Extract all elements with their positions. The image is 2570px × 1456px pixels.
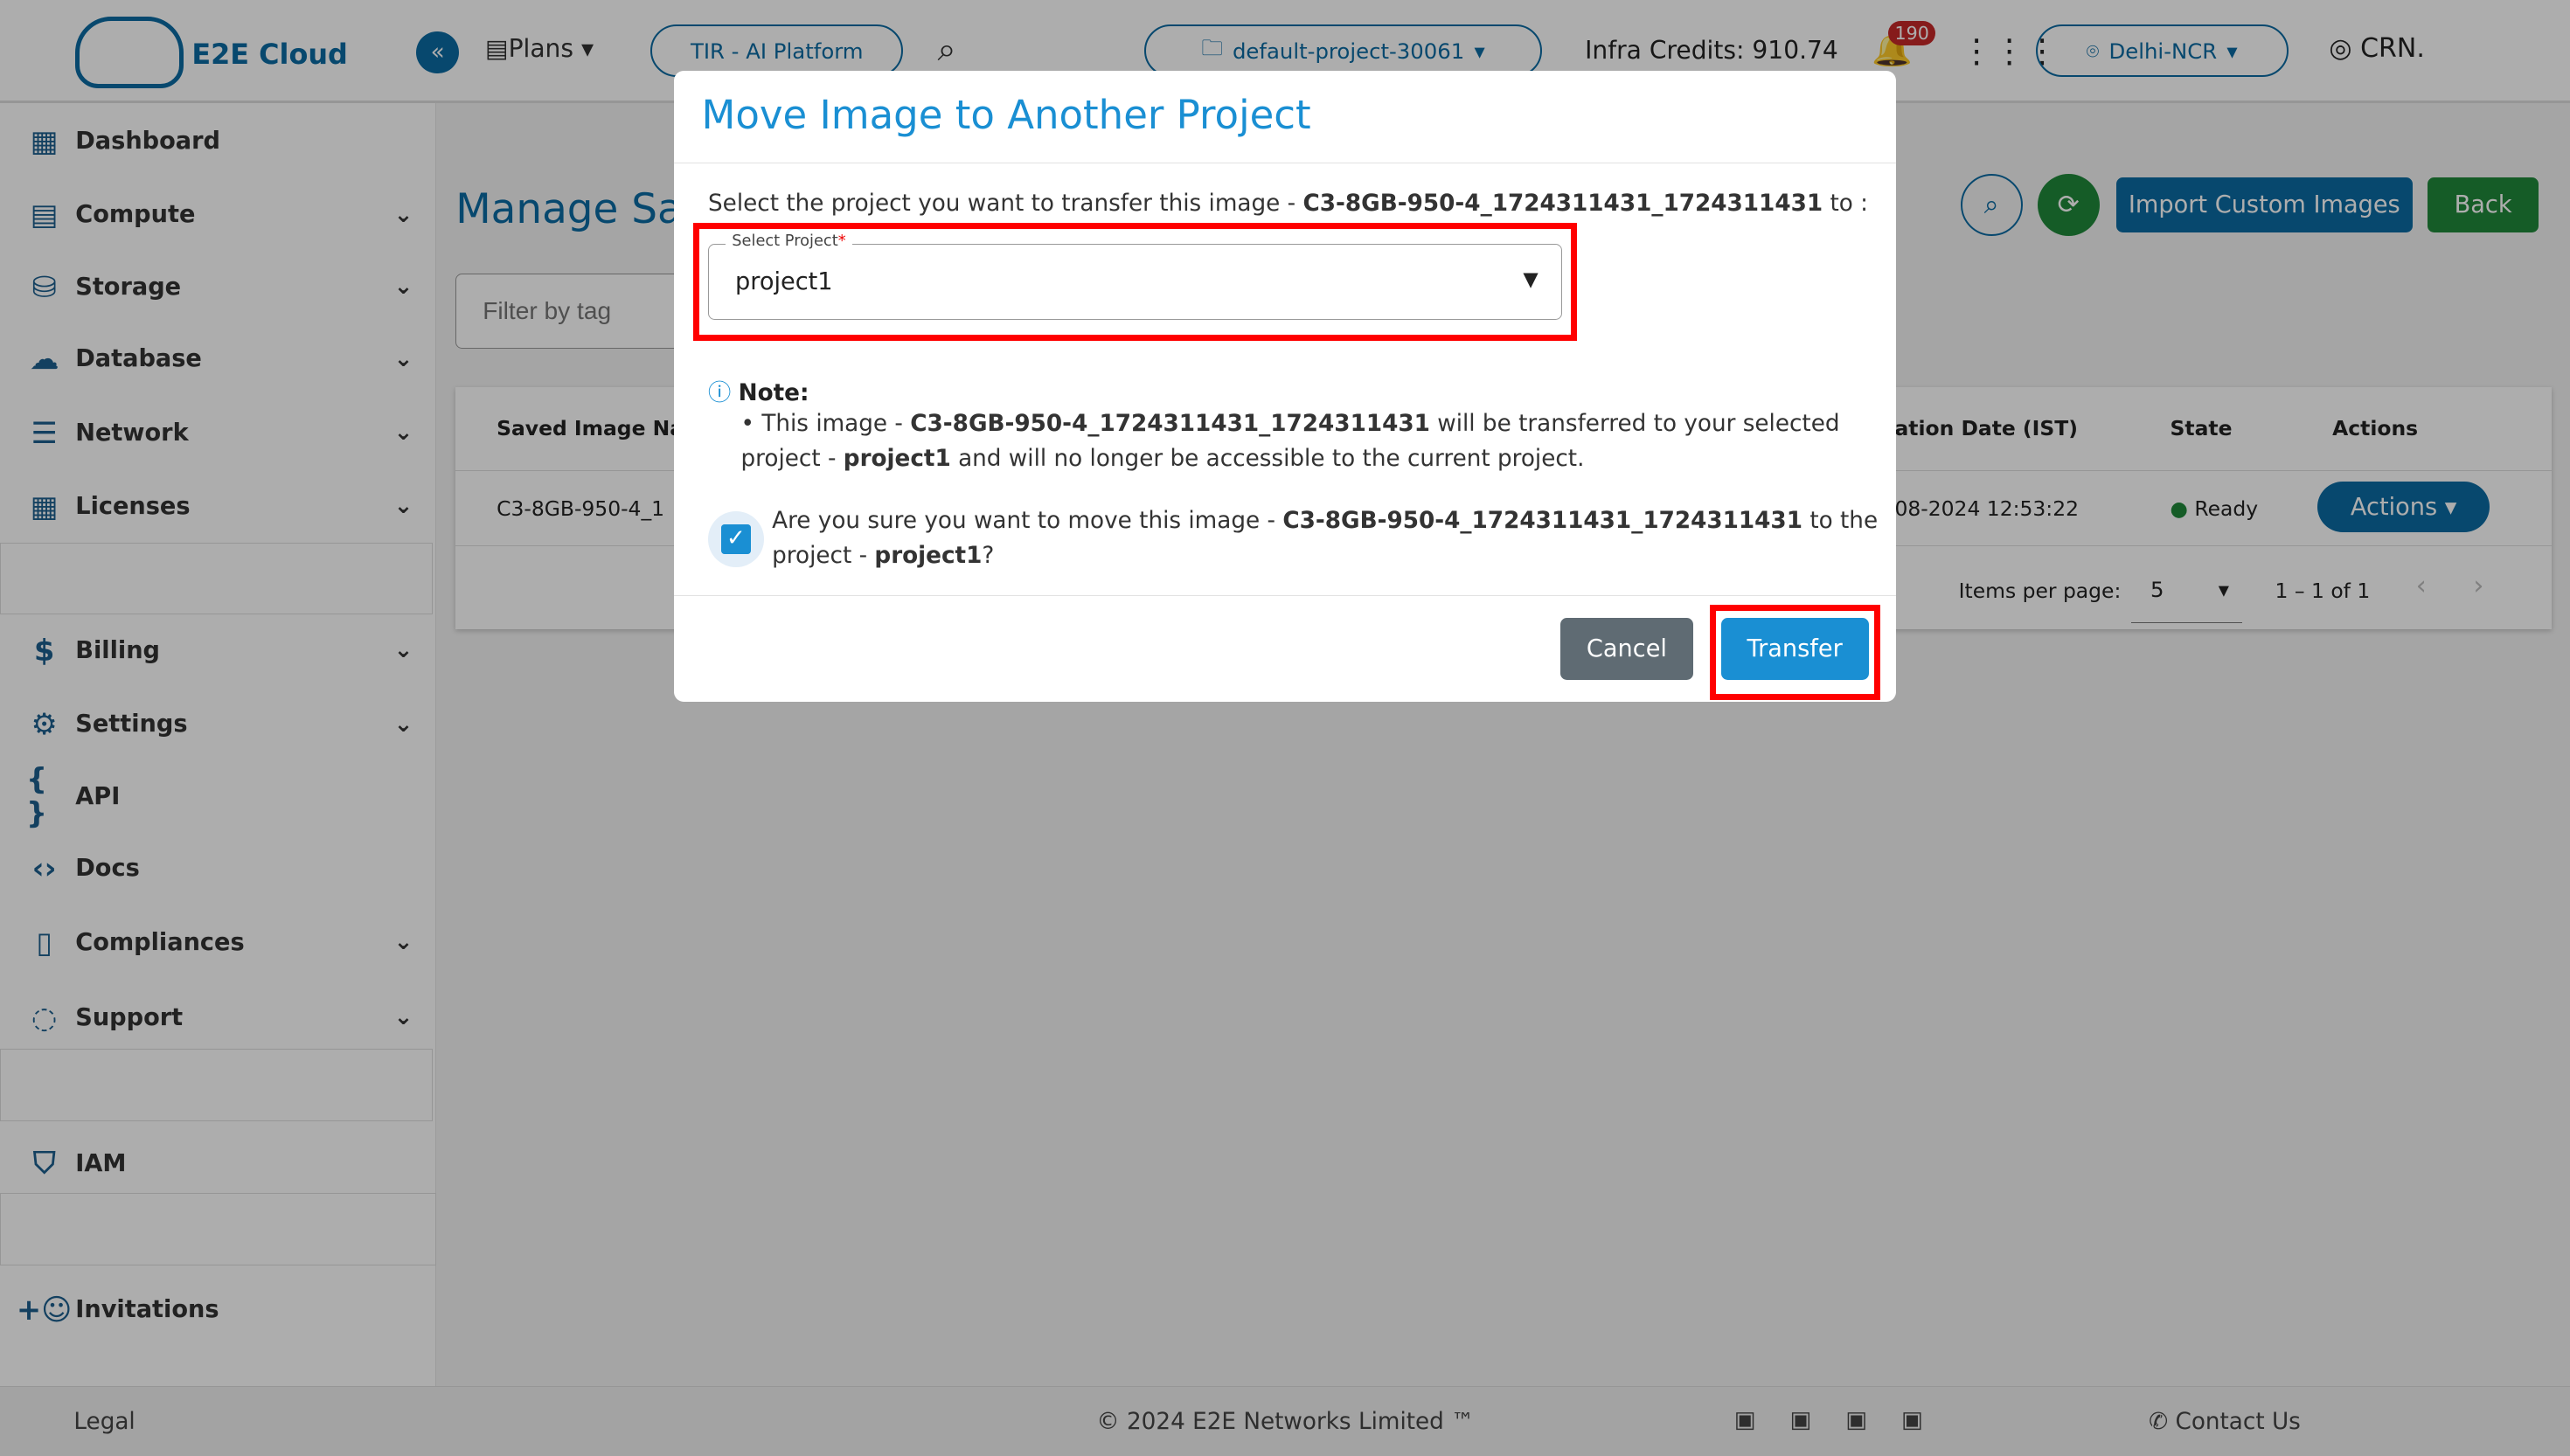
move-image-dialog: Move Image to Another Project Select the… — [673, 70, 1897, 702]
cancel-button[interactable]: Cancel — [1560, 617, 1693, 681]
caret-down-icon: ▼ — [1523, 267, 1539, 291]
dialog-title: Move Image to Another Project — [701, 92, 1311, 138]
checkmark-icon: ✓ — [721, 524, 751, 554]
note-heading: ⓘ Note: — [708, 379, 809, 406]
transfer-button[interactable]: Transfer — [1720, 617, 1869, 681]
selected-project: project1 — [735, 267, 833, 295]
dialog-intro: Select the project you want to transfer … — [708, 190, 1869, 217]
info-icon: ⓘ — [708, 379, 732, 406]
note-text: • This image - C3-8GB-950-4_1724311431_1… — [740, 411, 1840, 473]
confirm-checkbox[interactable]: ✓ — [708, 511, 764, 567]
select-project-label: Select Project* — [725, 232, 853, 251]
confirm-text: Are you sure you want to move this image… — [772, 507, 1879, 569]
select-project-dropdown[interactable]: Select Project* project1 ▼ — [708, 232, 1562, 320]
